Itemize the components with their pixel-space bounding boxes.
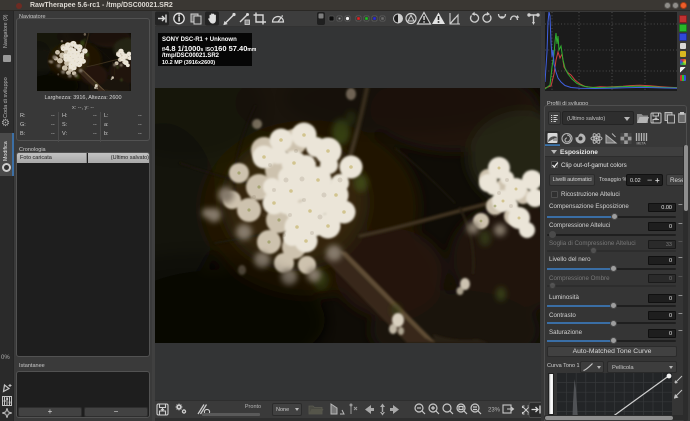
svg-text:23%: 23% [488,408,501,414]
svg-text:META: META [637,142,647,146]
